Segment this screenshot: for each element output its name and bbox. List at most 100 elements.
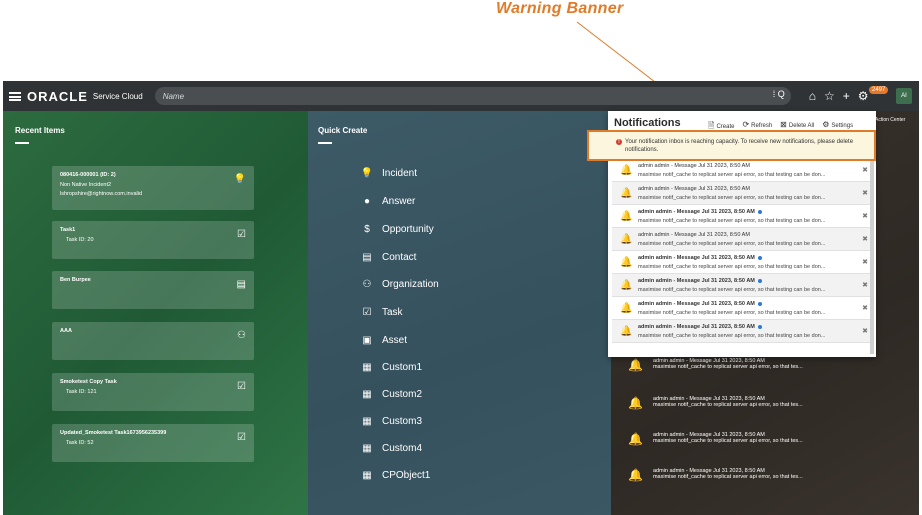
notification-row[interactable]: 🔔 admin admin - Message Jul 31 2023, 8:50… <box>612 297 872 320</box>
custom-icon: ▦ <box>362 416 372 427</box>
bg-notification-row[interactable]: 🔔 admin admin - Message Jul 31 2023, 8:50… <box>628 396 803 410</box>
recent-card-2[interactable]: Ben Burpee ▤ <box>52 271 254 309</box>
notification-header: admin admin - Message Jul 31 2023, 8:50 … <box>638 163 750 169</box>
custom-icon: ▦ <box>362 389 372 400</box>
dismiss-icon[interactable]: ✖ <box>862 235 868 243</box>
dismiss-icon[interactable]: ✖ <box>862 166 868 174</box>
dismiss-icon[interactable]: ✖ <box>862 189 868 197</box>
recent-card-line: lshropshire@rightnow.com.invalid <box>60 191 143 197</box>
quick-create-label: CPObject1 <box>382 470 431 481</box>
notification-header-text: admin admin - Message Jul 31 2023, 8:50 … <box>638 209 755 215</box>
recent-card-3[interactable]: AAA ⚇ <box>52 322 254 360</box>
quick-create-panel <box>308 111 611 515</box>
bg-notification-row[interactable]: 🔔 admin admin - Message Jul 31 2023, 8:50… <box>628 468 803 482</box>
dismiss-icon[interactable]: ✖ <box>862 212 868 220</box>
quick-create-opportunity[interactable]: $ Opportunity <box>360 224 433 235</box>
notification-row[interactable]: 🔔 admin admin - Message Jul 31 2023, 8:50… <box>612 251 872 274</box>
quick-create-cpobject1[interactable]: ▦ CPObject1 <box>360 470 430 481</box>
brand-logo: ORACLE <box>27 88 88 104</box>
create-icon: 🗎 <box>708 121 715 130</box>
notifications-title: Notifications <box>614 117 681 129</box>
notification-body: maximise notif_cache to replicat server … <box>638 218 826 224</box>
notifications-scrollbar[interactable] <box>870 160 874 354</box>
refresh-icon: ⟳ <box>742 120 750 129</box>
bell-icon: 🔔 <box>620 257 633 268</box>
bg-notification-row[interactable]: 🔔 admin admin - Message Jul 31 2023, 8:50… <box>628 358 803 372</box>
quick-create-label: Organization <box>382 279 439 290</box>
notification-body: maximise notif_cache to replicat server … <box>638 310 826 316</box>
quick-create-label: Asset <box>382 335 408 346</box>
add-icon[interactable]: + <box>843 89 850 103</box>
task-icon: ☑ <box>237 229 246 240</box>
contact-card-icon: ▤ <box>236 279 246 290</box>
recent-card-line: Task ID: 121 <box>66 389 97 395</box>
notification-header-text: admin admin - Message Jul 31 2023, 8:50 … <box>638 255 755 261</box>
notification-header: admin admin - Message Jul 31 2023, 8:50 … <box>638 186 750 192</box>
recent-card-line: Task ID: 20 <box>66 237 94 243</box>
dismiss-icon[interactable]: ✖ <box>862 304 868 312</box>
quick-create-label: Custom3 <box>382 416 423 427</box>
unread-dot-icon <box>757 324 762 329</box>
notification-header: admin admin - Message Jul 31 2023, 8:50 … <box>638 232 750 238</box>
bell-icon: 🔔 <box>628 396 643 410</box>
quick-create-label: Answer <box>382 196 416 207</box>
bell-icon: 🔔 <box>620 303 633 314</box>
notification-body: maximise notif_cache to replicat server … <box>638 264 826 270</box>
unread-dot-icon <box>757 278 762 283</box>
notification-body: maximise notif_cache to replicat server … <box>638 241 826 247</box>
quick-create-answer[interactable]: ● Answer <box>360 196 415 207</box>
quick-create-contact[interactable]: ▤ Contact <box>360 252 416 263</box>
quick-create-incident[interactable]: 💡 Incident <box>360 168 417 179</box>
warning-banner: ! Your notification inbox is reaching ca… <box>587 130 876 161</box>
quick-create-custom1[interactable]: ▦ Custom1 <box>360 362 422 373</box>
delete-all-label: Delete All <box>788 123 815 129</box>
notification-header: admin admin - Message Jul 31 2023, 8:50 … <box>638 209 762 215</box>
incident-icon: 💡 <box>233 174 246 185</box>
quick-create-asset[interactable]: ▣ Asset <box>360 335 407 346</box>
quick-create-organization[interactable]: ⚇ Organization <box>360 279 439 290</box>
search-icon[interactable]: ⁞ Q <box>773 89 785 99</box>
recent-card-title: 080416-000001 (ID: 2) <box>60 172 116 178</box>
menu-icon[interactable] <box>9 91 21 101</box>
quick-create-label: Custom1 <box>382 362 423 373</box>
dismiss-icon[interactable]: ✖ <box>862 327 868 335</box>
recent-card-5[interactable]: Updated_Smoketest Task1673956235399 Task… <box>52 424 254 462</box>
recent-card-4[interactable]: Smoketest Copy Task Task ID: 121 ☑ <box>52 373 254 411</box>
quick-create-task[interactable]: ☑ Task <box>360 307 403 318</box>
quick-create-label: Custom2 <box>382 389 423 400</box>
notification-row[interactable]: 🔔 admin admin - Message Jul 31 2023, 8:50… <box>612 182 872 205</box>
quick-create-custom2[interactable]: ▦ Custom2 <box>360 389 422 400</box>
bell-icon: 🔔 <box>620 326 633 337</box>
notification-header: admin admin - Message Jul 31 2023, 8:50 … <box>638 324 762 330</box>
recent-card-line: Non Native Incident2 <box>60 182 112 188</box>
quick-create-label: Incident <box>382 168 418 179</box>
notification-row[interactable]: 🔔 admin admin - Message Jul 31 2023, 8:50… <box>612 205 872 228</box>
org-icon: ⚇ <box>237 330 246 341</box>
bg-notification-row[interactable]: 🔔 admin admin - Message Jul 31 2023, 8:50… <box>628 432 803 446</box>
dismiss-icon[interactable]: ✖ <box>862 258 868 266</box>
action-center-icon[interactable]: ⚙ <box>858 89 869 103</box>
global-search-input[interactable]: Name ⁞ Q <box>154 87 791 105</box>
unread-dot-icon <box>757 209 762 214</box>
notification-row[interactable]: 🔔 admin admin - Message Jul 31 2023, 8:50… <box>612 320 872 343</box>
recent-card-0[interactable]: 080416-000001 (ID: 2) Non Native Inciden… <box>52 166 254 210</box>
recent-card-title: Updated_Smoketest Task1673956235399 <box>60 430 167 436</box>
quick-create-label: Contact <box>382 252 417 263</box>
product-name: Service Cloud <box>92 91 143 101</box>
notification-body: maximise notif_cache to replicat server … <box>652 438 803 444</box>
task-icon: ☑ <box>237 432 246 443</box>
bell-icon: 🔔 <box>628 358 643 372</box>
dismiss-icon[interactable]: ✖ <box>862 281 868 289</box>
quick-create-custom4[interactable]: ▦ Custom4 <box>360 443 422 454</box>
favorites-star-icon[interactable]: ☆ <box>824 89 835 103</box>
quick-create-custom3[interactable]: ▦ Custom3 <box>360 416 422 427</box>
home-icon[interactable]: ⌂ <box>809 89 816 103</box>
recent-card-1[interactable]: Task1 Task ID: 20 ☑ <box>52 221 254 259</box>
notification-row[interactable]: 🔔 admin admin - Message Jul 31 2023, 8:50… <box>612 159 872 182</box>
notification-row[interactable]: 🔔 admin admin - Message Jul 31 2023, 8:50… <box>612 228 872 251</box>
notification-row[interactable]: 🔔 admin admin - Message Jul 31 2023, 8:50… <box>612 274 872 297</box>
user-avatar[interactable]: AI <box>896 88 912 104</box>
bell-icon: 🔔 <box>628 468 643 482</box>
recent-items-underline <box>15 142 29 144</box>
recent-card-line: Task ID: 52 <box>66 440 94 446</box>
